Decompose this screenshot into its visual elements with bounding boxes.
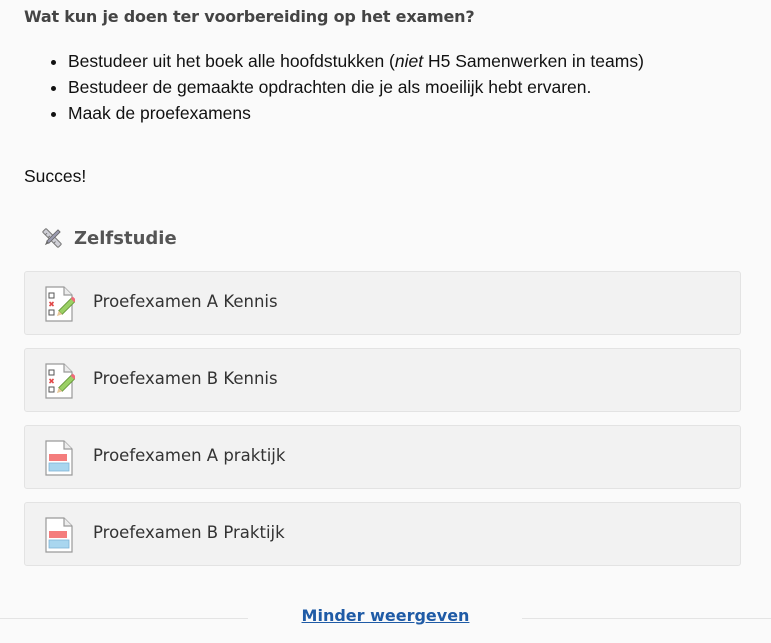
- preparation-list: Bestudeer uit het boek alle hoofdstukken…: [24, 48, 644, 126]
- activity-item-proefexamen-a-kennis[interactable]: Proefexamen A Kennis: [24, 271, 741, 335]
- list-item-text: Bestudeer uit het boek alle hoofdstukken…: [68, 51, 395, 71]
- list-item-text: H5 Samenwerken in teams): [423, 51, 644, 71]
- activity-label: Proefexamen A Kennis: [93, 292, 278, 311]
- activity-label: Proefexamen A praktijk: [93, 446, 286, 465]
- activity-item-proefexamen-b-kennis[interactable]: Proefexamen B Kennis: [24, 348, 741, 412]
- quiz-icon: [45, 286, 75, 322]
- assignment-icon: [45, 517, 73, 553]
- closing-text: Succes!: [24, 166, 87, 186]
- activity-label: Proefexamen B Kennis: [93, 369, 278, 388]
- section-title: Zelfstudie: [74, 227, 177, 249]
- tools-icon: [42, 228, 62, 248]
- list-item: Maak de proefexamens: [68, 100, 644, 126]
- activity-label: Proefexamen B Praktijk: [93, 523, 285, 542]
- list-item-text: Maak de proefexamens: [68, 103, 251, 123]
- list-item-text: Bestudeer de gemaakte opdrachten die je …: [68, 77, 592, 97]
- assignment-icon: [45, 440, 73, 476]
- section-header: Zelfstudie: [40, 226, 177, 250]
- quiz-icon: [45, 363, 75, 399]
- activity-item-proefexamen-b-praktijk[interactable]: Proefexamen B Praktijk: [24, 502, 741, 566]
- list-item: Bestudeer de gemaakte opdrachten die je …: [68, 74, 644, 100]
- list-item-emphasis: niet: [394, 51, 424, 71]
- activity-item-proefexamen-a-praktijk[interactable]: Proefexamen A praktijk: [24, 425, 741, 489]
- list-item: Bestudeer uit het boek alle hoofdstukken…: [68, 48, 644, 74]
- show-less-link[interactable]: Minder weergeven: [0, 606, 771, 625]
- instructions-heading: Wat kun je doen ter voorbereiding op het…: [24, 7, 475, 26]
